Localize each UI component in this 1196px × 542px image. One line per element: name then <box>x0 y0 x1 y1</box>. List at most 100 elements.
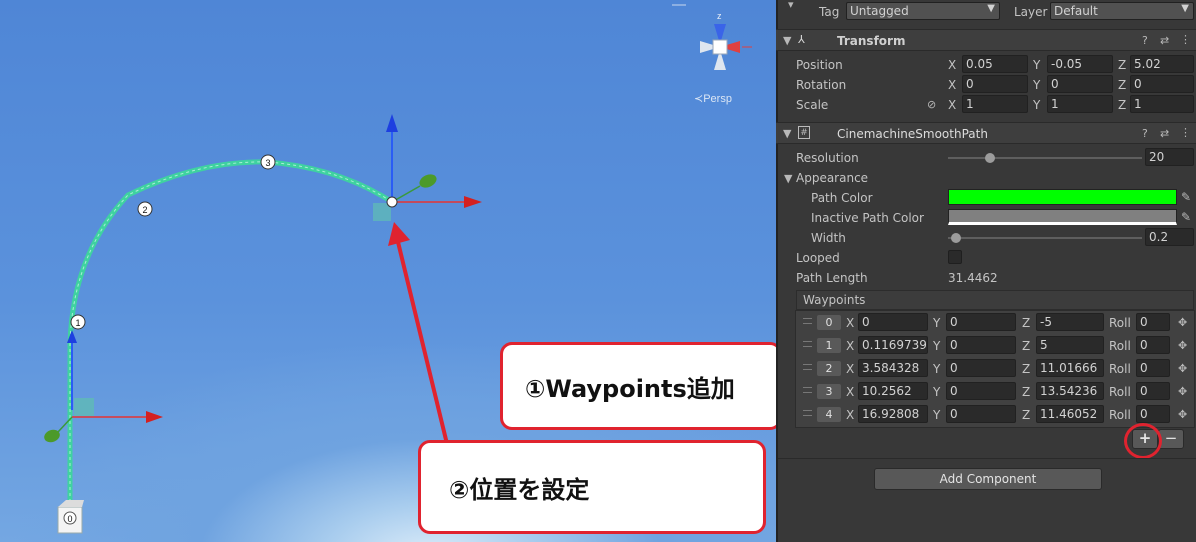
width-slider-knob[interactable] <box>951 233 961 243</box>
inactive-path-color-swatch[interactable] <box>948 209 1177 225</box>
position-y-field[interactable]: -0.05 <box>1047 55 1113 73</box>
axis-z-label: Z <box>1022 316 1031 330</box>
smooth-path-header[interactable]: ▼ # CinemachineSmoothPath ? ⇄ ⋮ <box>776 122 1196 144</box>
tag-label: Tag <box>819 5 840 19</box>
width-slider-track[interactable] <box>948 237 1142 239</box>
waypoint-roll-field[interactable]: 0 <box>1136 313 1170 331</box>
scale-z-field[interactable]: 1 <box>1130 95 1194 113</box>
waypoint-x-field[interactable]: 0.1169739 <box>858 336 928 354</box>
resolution-slider-knob[interactable] <box>984 153 995 163</box>
rotation-y-field[interactable]: 0 <box>1047 75 1113 93</box>
move-handle-icon[interactable]: ✥ <box>1178 362 1187 375</box>
axis-z-label: Z <box>1118 78 1127 92</box>
help-icon[interactable]: ? <box>1142 34 1148 47</box>
waypoint-row: 1 X 0.1169739 Y 0 Z 5 Roll 0 ✥ <box>796 336 1194 356</box>
tag-value: Untagged <box>850 4 909 18</box>
rotation-z-field[interactable]: 0 <box>1130 75 1194 93</box>
waypoint-y-field[interactable]: 0 <box>946 405 1016 423</box>
waypoint-index: 3 <box>817 384 841 399</box>
foldout-arrow-icon[interactable]: ▼ <box>783 34 791 47</box>
link-constraint-icon[interactable]: ⊘ <box>927 98 936 111</box>
resolution-slider-track[interactable] <box>948 157 1142 159</box>
foldout-arrow-icon[interactable]: ▼ <box>784 172 792 185</box>
drag-handle-icon[interactable] <box>803 410 812 416</box>
waypoint-z-field[interactable]: 13.54236 <box>1036 382 1104 400</box>
scale-y-field[interactable]: 1 <box>1047 95 1113 113</box>
position-z-field[interactable]: 5.02 <box>1130 55 1194 73</box>
waypoint-roll-field[interactable]: 0 <box>1136 382 1170 400</box>
layer-label: Layer <box>1014 5 1048 19</box>
rotation-x-field[interactable]: 0 <box>962 75 1028 93</box>
inspector-separator <box>778 458 1196 459</box>
move-handle-icon[interactable]: ✥ <box>1178 339 1187 352</box>
orientation-gizmo[interactable]: z <box>700 11 752 70</box>
presets-icon[interactable]: ⇄ <box>1160 127 1169 140</box>
waypoint-roll-field[interactable]: 0 <box>1136 336 1170 354</box>
axis-x-label: X <box>846 362 855 376</box>
waypoint-y-field[interactable]: 0 <box>946 336 1016 354</box>
foldout-arrow-icon[interactable]: ▼ <box>783 127 791 140</box>
waypoint-marker-1[interactable]: 1 <box>70 314 86 330</box>
drag-handle-icon[interactable] <box>803 318 812 324</box>
script-icon: # <box>798 126 810 139</box>
waypoint-marker-3[interactable]: 3 <box>260 154 276 170</box>
waypoint-y-field[interactable]: 0 <box>946 313 1016 331</box>
axis-x-label: X <box>846 408 855 422</box>
axis-z-label: Z <box>1022 339 1031 353</box>
help-icon[interactable]: ? <box>1142 127 1148 140</box>
presets-icon[interactable]: ⇄ <box>1160 34 1169 47</box>
more-options-icon[interactable]: ⋮ <box>1180 33 1191 46</box>
axis-x-label: X <box>948 58 957 72</box>
waypoint-x-field[interactable]: 0 <box>858 313 928 331</box>
width-field[interactable]: 0.2 <box>1145 228 1194 246</box>
svg-text:0: 0 <box>67 514 72 524</box>
waypoint-y-field[interactable]: 0 <box>946 359 1016 377</box>
move-handle-icon[interactable]: ✥ <box>1178 408 1187 421</box>
layer-value: Default <box>1054 4 1098 18</box>
appearance-label: Appearance <box>796 171 869 185</box>
more-options-icon[interactable]: ⋮ <box>1180 126 1191 139</box>
callout-arrowhead-position <box>388 222 410 246</box>
smooth-path-curve <box>67 159 394 520</box>
svg-text:z: z <box>717 11 722 21</box>
waypoint-z-field[interactable]: 11.01666 <box>1036 359 1104 377</box>
add-component-button[interactable]: Add Component <box>874 468 1102 490</box>
object-transform-gizmo[interactable] <box>42 330 163 444</box>
eyedropper-icon[interactable]: ✎ <box>1181 210 1191 224</box>
waypoint-x-field[interactable]: 16.92808 <box>858 405 928 423</box>
perspective-label[interactable]: ≺Persp <box>694 92 732 105</box>
waypoint-marker-2[interactable]: 2 <box>137 201 153 217</box>
waypoint-z-field[interactable]: 11.46052 <box>1036 405 1104 423</box>
eyedropper-icon[interactable]: ✎ <box>1181 190 1191 204</box>
roll-label: Roll <box>1109 385 1131 399</box>
scale-x-field[interactable]: 1 <box>962 95 1028 113</box>
waypoint-z-field[interactable]: 5 <box>1036 336 1104 354</box>
move-handle-icon[interactable]: ✥ <box>1178 316 1187 329</box>
drag-handle-icon[interactable] <box>803 364 812 370</box>
waypoint-x-field[interactable]: 10.2562 <box>858 382 928 400</box>
rotation-label: Rotation <box>796 78 847 92</box>
waypoint-roll-field[interactable]: 0 <box>1136 405 1170 423</box>
waypoint-roll-field[interactable]: 0 <box>1136 359 1170 377</box>
resolution-field[interactable]: 20 <box>1145 148 1194 166</box>
appearance-row[interactable]: ▼ Appearance <box>776 168 1196 188</box>
axis-x-label: X <box>846 339 855 353</box>
chevron-down-icon[interactable]: ▾ <box>788 0 794 11</box>
waypoint-y-field[interactable]: 0 <box>946 382 1016 400</box>
drag-handle-icon[interactable] <box>803 387 812 393</box>
tag-dropdown[interactable]: Untagged ▼ <box>846 2 1000 20</box>
drag-handle-icon[interactable] <box>803 341 812 347</box>
svg-text:1: 1 <box>75 318 80 328</box>
waypoint-x-field[interactable]: 3.584328 <box>858 359 928 377</box>
path-color-swatch[interactable] <box>948 189 1177 205</box>
position-row: Position X 0.05 Y -0.05 Z 5.02 <box>776 55 1196 75</box>
transform-header[interactable]: ▼ ⅄ Transform ? ⇄ ⋮ <box>776 29 1196 51</box>
waypoint-move-gizmo[interactable] <box>373 114 482 221</box>
move-handle-icon[interactable]: ✥ <box>1178 385 1187 398</box>
position-x-field[interactable]: 0.05 <box>962 55 1028 73</box>
axis-y-label: Y <box>933 408 941 422</box>
waypoint-marker-0[interactable]: 0 <box>57 500 84 534</box>
looped-checkbox[interactable] <box>948 250 962 264</box>
layer-dropdown[interactable]: Default ▼ <box>1050 2 1194 20</box>
waypoint-z-field[interactable]: -5 <box>1036 313 1104 331</box>
